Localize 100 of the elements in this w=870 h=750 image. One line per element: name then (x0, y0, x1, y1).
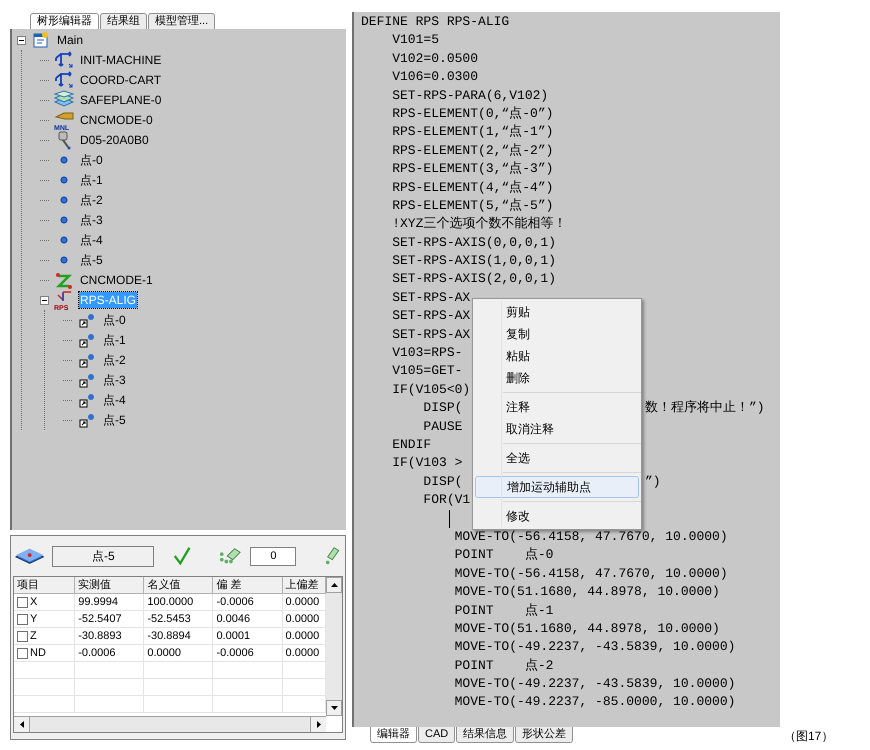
point-icon (60, 176, 68, 184)
tab[interactable]: 编辑器 (370, 727, 417, 743)
code-line: RPS-ELEMENT(0,“点-0”) (391, 106, 554, 121)
point-shortcut-icon (79, 412, 95, 428)
code-line: MOVE-TO(51.1680, 44.8978, 10.0000) (454, 620, 720, 636)
collapse-toggle[interactable] (40, 296, 49, 304)
tree-item[interactable]: SAFEPLANE-0 (79, 92, 162, 108)
text-caret (449, 510, 450, 528)
tree-item[interactable]: 点-1 (102, 332, 127, 348)
column-header[interactable]: 名义值 (144, 577, 214, 593)
tab[interactable]: CAD (418, 727, 456, 743)
code-line: MOVE-TO(-56.4158, 47.7670, 10.0000) (454, 566, 728, 581)
tab[interactable]: 树形编辑器 (30, 13, 99, 29)
menu-item[interactable]: 复制 (475, 323, 639, 345)
row-checkbox[interactable] (17, 648, 28, 658)
point-icon (60, 156, 68, 164)
code-line: RPS-ELEMENT(3,“点-3”) (391, 161, 554, 176)
code-line: SET-RPS-PARA(6,V102) (391, 88, 548, 103)
tree-item[interactable]: 点-0 (102, 312, 127, 328)
table-cell-text: 0.0000 (286, 612, 320, 627)
tree-item[interactable]: 点-3 (102, 372, 127, 388)
figure-caption: （图17） (784, 729, 834, 743)
code-line: ”) (645, 472, 661, 491)
code-line: DISP( (422, 474, 462, 489)
code-line: POINT 点-0 (454, 547, 554, 562)
table-cell-text: 0.0000 (147, 646, 181, 661)
menu-item[interactable]: 粘贴 (475, 345, 639, 367)
eraser-icon[interactable] (324, 545, 341, 567)
feature-name-field[interactable]: 点-5 (52, 546, 154, 566)
point-icon (60, 236, 68, 244)
table-cell-text: 0.0046 (216, 612, 250, 627)
tree-item[interactable]: COORD-CART (79, 72, 162, 88)
tree-item[interactable]: 点-2 (102, 352, 127, 368)
collapse-toggle[interactable] (17, 36, 26, 44)
table-cell-text: -30.8893 (78, 628, 122, 644)
program-icon (32, 31, 50, 49)
tab[interactable]: 形状公差 (515, 727, 574, 743)
tree-item[interactable]: Main (56, 32, 84, 48)
tree-item[interactable]: 点-5 (79, 252, 104, 268)
column-header[interactable]: 偏 差 (213, 577, 283, 593)
plane-icon[interactable] (15, 547, 44, 565)
tab[interactable]: 结果组 (100, 13, 147, 29)
menu-item[interactable]: 增加运动辅助点 (475, 476, 639, 498)
menu-item[interactable]: 删除 (475, 367, 639, 389)
code-line: SET-RPS-AXIS(2,0,0,1) (391, 271, 556, 286)
table-cell-text: 99.9994 (78, 594, 118, 610)
right-arrow-icon[interactable] (316, 721, 320, 728)
code-line: PAUSE (422, 418, 462, 434)
table-cell-text: -0.0006 (216, 646, 254, 661)
code-line: ENDIF (391, 436, 432, 452)
table-cell-text: Y (30, 612, 38, 627)
point-icon (60, 256, 68, 264)
code-line: MOVE-TO(-49.2237, -43.5839, 10.0000) (454, 639, 736, 654)
menu-item[interactable]: 全选 (475, 447, 639, 469)
code-line: RPS-ELEMENT(4,“点-4”) (391, 180, 554, 195)
menu-item[interactable]: 修改 (475, 505, 639, 527)
table-cell-text: 0.0000 (286, 646, 320, 661)
dots-eraser-icon[interactable] (218, 546, 242, 566)
tree-item[interactable]: 点-3 (79, 212, 104, 228)
point-shortcut-icon (79, 392, 95, 408)
count-field[interactable]: 0 (250, 546, 296, 566)
code-line: MOVE-TO(-49.2237, -43.5839, 10.0000) (454, 676, 736, 692)
down-arrow-icon[interactable] (330, 706, 338, 710)
point-icon (60, 196, 68, 204)
tree-item[interactable]: D05-20A0B0 (79, 132, 150, 148)
code-line: IF(V103 > (391, 455, 462, 470)
tree-item[interactable]: 点-4 (79, 232, 104, 248)
tree-item[interactable]: 点-2 (79, 192, 104, 208)
tree-item[interactable]: 点-4 (102, 392, 127, 408)
tree-item[interactable]: INIT-MACHINE (79, 52, 162, 68)
tree-item[interactable]: 点-5 (102, 412, 127, 428)
row-checkbox[interactable] (17, 596, 28, 608)
column-header[interactable]: 项目 (14, 577, 76, 593)
code-line: DISP( (422, 400, 462, 416)
table-cell-text: 0.0000 (286, 594, 320, 610)
horizontal-scrollbar[interactable] (14, 716, 326, 732)
code-line: MOVE-TO(-49.2237, -85.0000, 10.0000) (454, 694, 736, 710)
row-checkbox[interactable] (17, 614, 28, 624)
check-icon[interactable] (172, 545, 193, 567)
tab[interactable]: 模型管理... (148, 13, 216, 29)
code-line: V106=0.0300 (391, 69, 478, 84)
table-cell-text: 0.0001 (216, 628, 250, 644)
menu-item[interactable]: 注释 (475, 396, 639, 418)
menu-item[interactable]: 剪贴 (475, 301, 639, 323)
tab[interactable]: 结果信息 (456, 727, 514, 743)
up-arrow-icon[interactable] (330, 583, 338, 587)
vertical-scrollbar[interactable] (326, 577, 342, 716)
row-checkbox[interactable] (17, 630, 28, 642)
tree-item[interactable]: CNCMODE-0 (79, 112, 154, 128)
code-line: IF(V105<0) (391, 382, 470, 397)
point-shortcut-icon (79, 332, 95, 348)
table-cell-text: -52.5453 (147, 612, 191, 627)
tree-item[interactable]: CNCMODE-1 (79, 272, 154, 288)
tree-item[interactable]: 点-1 (79, 172, 104, 188)
left-arrow-icon[interactable] (20, 721, 24, 728)
tree-item[interactable]: 点-0 (79, 152, 104, 168)
menu-item[interactable]: 取消注释 (475, 418, 639, 440)
column-header[interactable]: 实测值 (75, 577, 144, 593)
code-line: SET-RPS-AXIS(1,0,0,1) (391, 253, 556, 268)
table-cell-text: -0.0006 (216, 594, 254, 610)
